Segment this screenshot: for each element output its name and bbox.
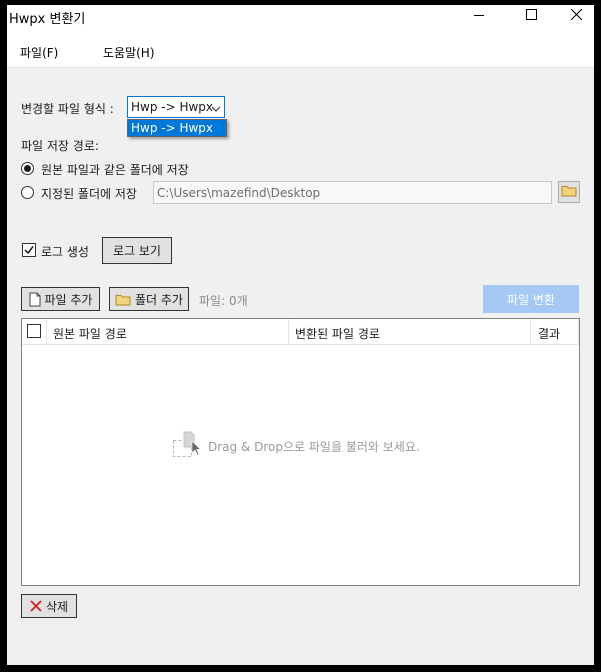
file-count: 파일: 0개 xyxy=(199,294,248,308)
header-source-path[interactable]: 원본 파일 경로 xyxy=(47,319,289,344)
format-option[interactable]: Hwp -> Hwpx xyxy=(128,120,226,136)
header-result[interactable]: 결과 xyxy=(531,319,579,344)
maximize-button[interactable] xyxy=(508,5,554,27)
save-path-value: C:\Users\mazefind\Desktop xyxy=(157,186,321,200)
select-all-checkbox[interactable] xyxy=(27,324,41,338)
file-list-header: 원본 파일 경로 변환된 파일 경로 결과 xyxy=(22,319,579,345)
folder-icon xyxy=(115,293,131,306)
maximize-icon xyxy=(525,9,537,23)
checkmark-icon xyxy=(24,246,34,255)
radio-custom-folder-label[interactable]: 지정된 폴더에 저장 xyxy=(41,185,137,202)
file-icon xyxy=(29,292,41,307)
menu-bar: 파일(F) 도움말(H) xyxy=(7,33,594,68)
chevron-down-icon xyxy=(211,102,221,116)
format-dropdown-list: Hwp -> Hwpx xyxy=(127,119,227,137)
format-select-value: Hwp -> Hwpx xyxy=(131,100,214,114)
format-label: 변경할 파일 형식 : xyxy=(21,102,114,116)
window-title: Hwpx 변환기 xyxy=(9,12,86,27)
add-file-button[interactable]: 파일 추가 xyxy=(21,287,100,311)
minimize-icon xyxy=(474,9,484,23)
radio-custom-folder[interactable] xyxy=(21,186,34,199)
header-result-label: 결과 xyxy=(538,327,561,341)
menu-file[interactable]: 파일(F) xyxy=(20,44,58,61)
radio-same-folder-label[interactable]: 원본 파일과 같은 폴더에 저장 xyxy=(41,161,189,178)
view-log-button[interactable]: 로그 보기 xyxy=(102,237,172,264)
drop-hint: Drag & Drop으로 파일을 불러와 보세요. xyxy=(172,431,420,462)
drop-hint-text: Drag & Drop으로 파일을 불러와 보세요. xyxy=(208,440,420,454)
title-bar: Hwpx 변환기 xyxy=(7,5,594,33)
convert-button[interactable]: 파일 변환 xyxy=(483,285,579,313)
log-checkbox-label[interactable]: 로그 생성 xyxy=(41,243,89,260)
header-select-all-cell xyxy=(22,319,47,344)
add-folder-label: 폴더 추가 xyxy=(135,292,183,307)
file-list[interactable]: 원본 파일 경로 변환된 파일 경로 결과 Drag & Drop으로 파일을 … xyxy=(21,318,580,586)
drag-drop-icon xyxy=(172,431,204,462)
bottom-edge xyxy=(7,653,594,665)
red-x-icon xyxy=(30,600,42,612)
menu-help[interactable]: 도움말(H) xyxy=(103,44,155,61)
minimize-button[interactable] xyxy=(456,5,502,27)
radio-same-folder[interactable] xyxy=(21,162,34,175)
view-log-button-label: 로그 보기 xyxy=(113,244,161,258)
convert-button-label: 파일 변환 xyxy=(507,292,555,307)
header-source-path-label: 원본 파일 경로 xyxy=(53,327,127,341)
add-file-label: 파일 추가 xyxy=(44,292,93,307)
delete-button-label: 삭제 xyxy=(45,599,69,614)
header-converted-path[interactable]: 변환된 파일 경로 xyxy=(289,319,531,344)
add-folder-button[interactable]: 폴더 추가 xyxy=(109,287,189,311)
app-window: Hwpx 변환기 파일(F) 도움말(H) 변경할 파일 형식 : Hwp ->… xyxy=(7,5,594,665)
close-button[interactable] xyxy=(553,5,594,27)
browse-folder-button[interactable] xyxy=(558,181,580,203)
close-icon xyxy=(570,8,582,23)
format-select[interactable]: Hwp -> Hwpx xyxy=(127,96,225,118)
folder-icon xyxy=(561,184,577,200)
log-checkbox[interactable] xyxy=(22,243,36,257)
delete-button[interactable]: 삭제 xyxy=(21,594,77,618)
save-path-label: 파일 저장 경로: xyxy=(21,139,99,153)
save-path-field[interactable]: C:\Users\mazefind\Desktop xyxy=(153,181,552,204)
header-converted-path-label: 변환된 파일 경로 xyxy=(295,327,380,341)
